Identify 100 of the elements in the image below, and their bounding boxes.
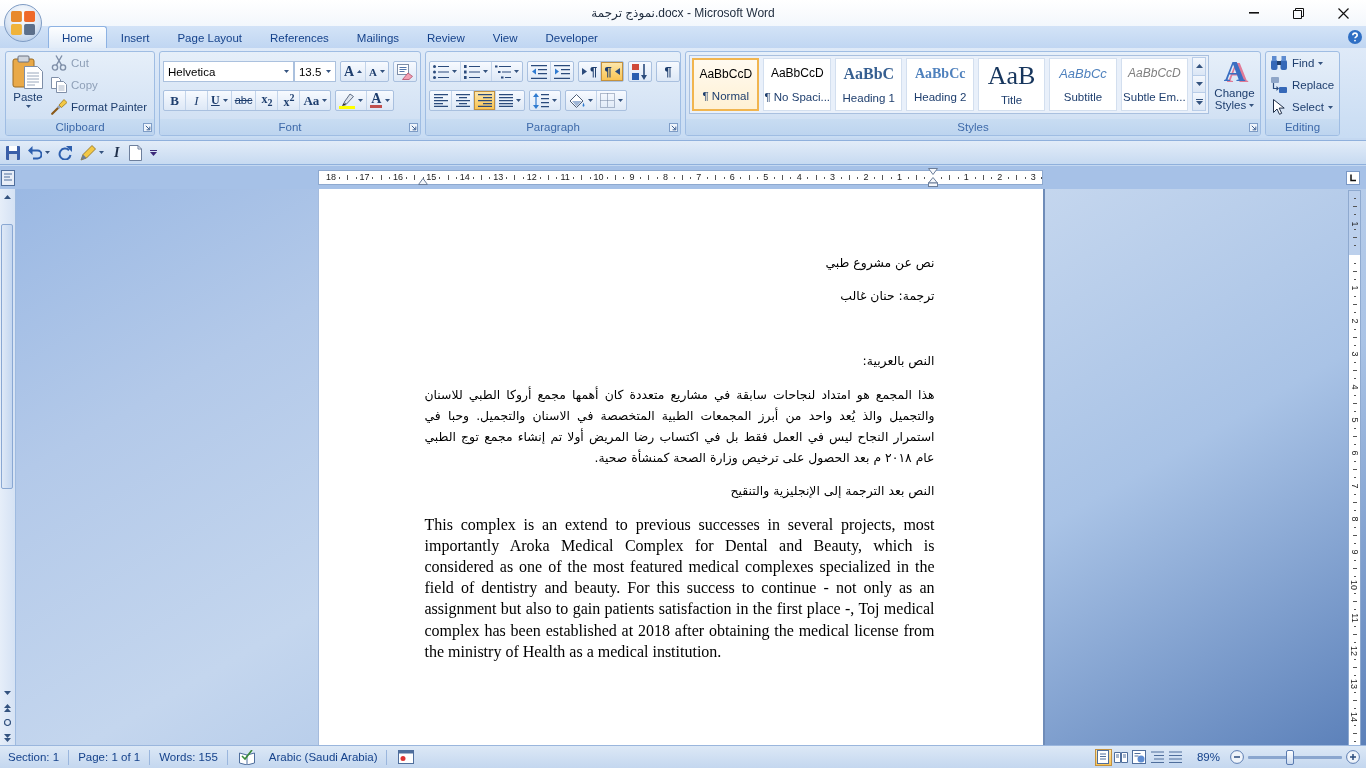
ribbon-tab[interactable]: Page Layout xyxy=(163,27,257,48)
ribbon-tab[interactable]: Review xyxy=(413,27,479,48)
indent-marker-icon[interactable] xyxy=(418,178,428,185)
decrease-indent-button[interactable] xyxy=(528,62,551,81)
ruler-number: 9 xyxy=(1349,549,1360,555)
cursor-arrow-icon xyxy=(1273,99,1285,115)
document-text: هذا المجمع هو امتداد لنجاحات سابقة في مشاريع متعددة كان أهمها مجمع أروكا الطبي للاسنان والتجميل والذ يُعد واحد من أبرز المجمعات الطبية المتخصصة في الاسنان والتجميل. وحبا في استمرار النجاح ليس في العمل فقط بل في اكتساب رضا المريض أولا تم إنشاء مجمع توج الطبي عام ٢٠١٨ م بعد الحصول على ترخيص وزارة الصحة كمنشأة صحية. xyxy=(424,385,935,468)
italic-button[interactable]: I xyxy=(111,142,123,163)
shrink-font-button[interactable]: A xyxy=(366,62,388,81)
zoom-slider-thumb[interactable] xyxy=(1286,749,1295,765)
underline-button[interactable]: U xyxy=(208,91,232,110)
scrollbar-thumb[interactable] xyxy=(1,224,13,489)
style-gallery-item[interactable]: AaBbCcD Subtle Em... xyxy=(1120,58,1189,111)
indent-marker-icon[interactable] xyxy=(928,168,938,187)
style-gallery-item[interactable]: AaBbC Heading 1 xyxy=(835,58,903,111)
style-gallery-item[interactable]: AaBbCc Heading 2 xyxy=(906,58,974,111)
macro-record-icon[interactable] xyxy=(398,750,415,764)
paste-button[interactable]: Paste xyxy=(8,52,48,119)
caret-icon xyxy=(516,99,521,102)
superscript-button[interactable]: x$^{2}$ xyxy=(278,91,301,110)
caret-icon xyxy=(25,105,31,108)
clear-formatting-button[interactable] xyxy=(394,62,416,81)
zoom-out-icon[interactable] xyxy=(1230,750,1244,764)
book-check-icon[interactable] xyxy=(238,749,255,765)
align-right-button[interactable] xyxy=(474,91,496,110)
document-text: النص بعد الترجمة إلى الإنجليزية والتنقيح xyxy=(729,482,935,501)
bold-button[interactable]: B xyxy=(164,91,186,110)
ribbon-tab[interactable]: Mailings xyxy=(342,27,414,48)
select-button[interactable]: Select xyxy=(1270,96,1335,118)
ribbon-tab[interactable]: Home xyxy=(48,26,107,48)
change-styles-button[interactable]: A Change Styles xyxy=(1212,55,1257,119)
zoom-percentage[interactable]: 89% xyxy=(1196,751,1220,763)
status-text[interactable]: Arabic (Saudi Arabia) xyxy=(268,751,378,763)
ribbon-tab[interactable]: View xyxy=(478,27,532,48)
font-size-combo[interactable]: 13.5 xyxy=(293,61,336,82)
justify-icon xyxy=(499,94,513,107)
line-spacing-button[interactable] xyxy=(530,91,560,110)
right-arrow-icon xyxy=(582,68,587,75)
web-layout-view-button[interactable] xyxy=(1130,748,1148,766)
font-color-button[interactable]: A xyxy=(367,91,394,110)
ruler-number: 18 xyxy=(325,172,338,183)
browse-object-icon[interactable] xyxy=(4,719,11,726)
status-text[interactable]: Page: 1 of 1 xyxy=(78,751,141,763)
undo-icon xyxy=(28,145,42,160)
close-icon[interactable] xyxy=(1338,7,1349,19)
restore-icon[interactable] xyxy=(1293,7,1304,19)
scroll-down-arrow-icon[interactable] xyxy=(4,690,11,695)
dialog-launcher-icon[interactable] xyxy=(668,122,678,132)
justify-button[interactable] xyxy=(496,91,524,110)
dialog-launcher-icon[interactable] xyxy=(142,122,152,132)
open-book-icon xyxy=(1114,751,1129,763)
previous-page-icon[interactable] xyxy=(4,703,11,712)
style-gallery-item[interactable]: AaBbCcD ¶ Normal xyxy=(692,58,760,111)
draft-view-button[interactable] xyxy=(1166,748,1184,766)
strikethrough-button[interactable]: abc xyxy=(231,91,257,110)
increase-indent-button[interactable] xyxy=(551,62,573,81)
show-marks-button[interactable]: ¶ xyxy=(657,62,680,81)
ruler-number: 4 xyxy=(1349,384,1360,390)
ruler-number: 16 xyxy=(391,172,404,183)
gallery-more-button[interactable] xyxy=(1192,92,1206,111)
minimize-icon[interactable] xyxy=(1248,12,1259,14)
ribbon-tab[interactable]: Developer xyxy=(531,27,612,48)
grow-font-button[interactable]: A xyxy=(340,62,366,81)
dialog-launcher-icon[interactable] xyxy=(1248,122,1258,132)
style-gallery-item[interactable]: AaB Title xyxy=(977,58,1046,111)
right-to-left-button[interactable]: ¶ xyxy=(601,62,624,81)
bullets-button[interactable] xyxy=(430,62,461,81)
ruler-number: 10 xyxy=(592,172,605,183)
style-gallery-item[interactable]: AaBbCcD ¶ No Spaci... xyxy=(763,58,832,111)
new-document-button[interactable] xyxy=(128,142,144,163)
up-arrow-icon xyxy=(1195,64,1203,69)
help-icon[interactable] xyxy=(1348,30,1362,44)
font-name-combo[interactable]: Helvetica xyxy=(163,61,294,82)
subscript-button[interactable]: x$_{2}$ xyxy=(256,91,279,110)
repeat-button[interactable] xyxy=(79,142,105,163)
italic-button[interactable]: I xyxy=(186,91,208,110)
dialog-launcher-icon[interactable] xyxy=(408,122,418,132)
next-page-icon[interactable] xyxy=(4,733,11,742)
find-button[interactable]: Find xyxy=(1270,52,1335,74)
highlight-button[interactable] xyxy=(336,91,368,110)
tab-stop-icon[interactable] xyxy=(1346,170,1360,185)
status-text[interactable]: Section: 1 xyxy=(8,751,60,763)
numbering-button[interactable] xyxy=(461,62,492,81)
ribbon-tab[interactable]: References xyxy=(256,27,343,48)
bullet-list-icon xyxy=(433,64,449,79)
style-gallery-item[interactable]: AaBbCc Subtitle xyxy=(1049,58,1117,111)
ruler-number: 15 xyxy=(425,172,438,183)
scroll-up-arrow-icon[interactable] xyxy=(4,194,11,199)
print-layout-view-button[interactable] xyxy=(1094,748,1112,766)
format-painter-button[interactable]: Format Painter xyxy=(50,96,149,118)
caret-icon xyxy=(588,99,593,102)
ribbon-tab[interactable]: Insert xyxy=(106,27,164,48)
ruler-toggle-icon[interactable] xyxy=(1,169,15,186)
change-case-button[interactable]: Aa xyxy=(300,91,331,110)
outline-view-button[interactable] xyxy=(1148,748,1166,766)
ruler-number: 13 xyxy=(492,172,505,183)
replace-button[interactable]: Replace xyxy=(1270,74,1335,96)
status-text[interactable]: Words: 155 xyxy=(159,751,218,763)
gallery-up-button[interactable] xyxy=(1192,57,1206,76)
zoom-in-icon[interactable] xyxy=(1346,750,1360,764)
